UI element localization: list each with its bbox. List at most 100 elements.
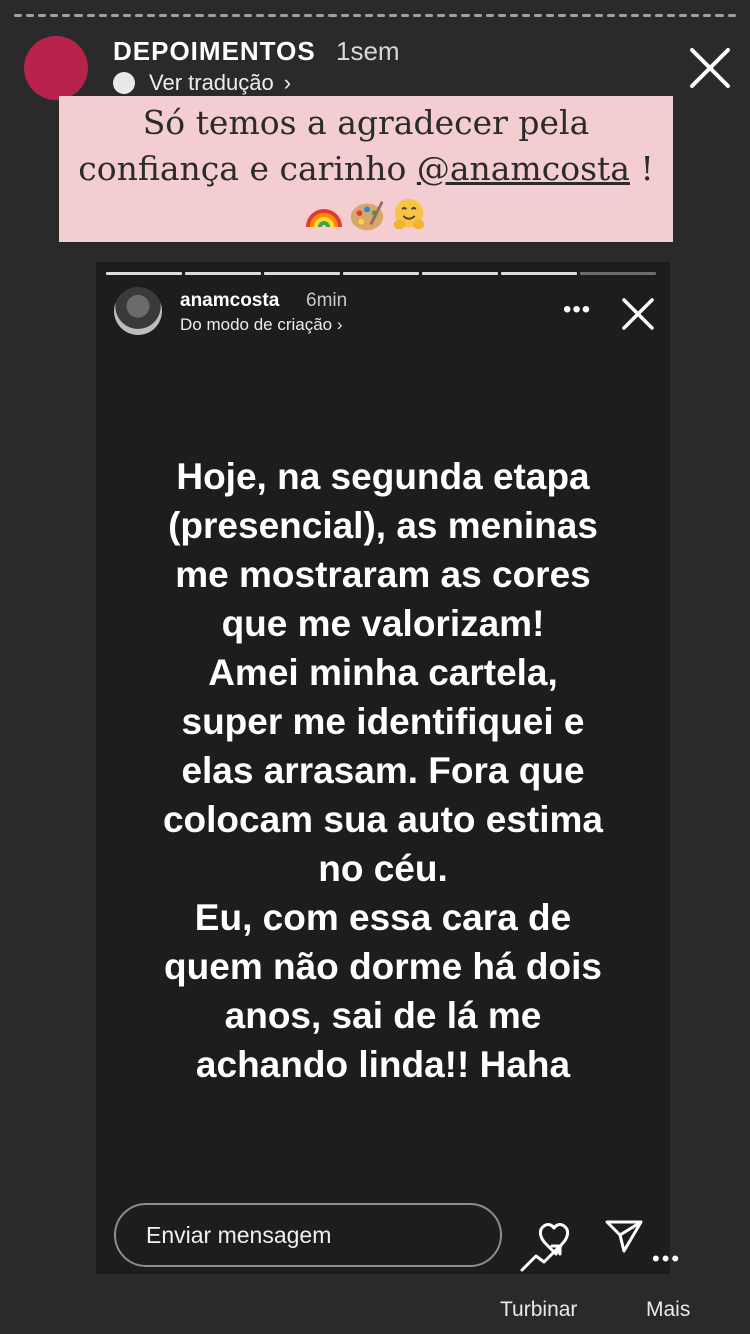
chevron-right-icon: › <box>283 70 292 95</box>
outer-progress-segment <box>183 14 192 17</box>
outer-progress-segment <box>159 14 168 17</box>
mention-link[interactable]: @anamcosta <box>417 149 630 188</box>
outer-progress-segment <box>473 14 482 17</box>
outer-progress-segment <box>618 14 627 17</box>
outer-time: 1sem <box>336 36 400 66</box>
outer-progress-segment <box>86 14 95 17</box>
story-text-line: me mostraram as cores <box>175 554 591 595</box>
outer-progress-segment <box>352 14 361 17</box>
artist-palette-icon <box>350 201 384 231</box>
outer-progress-segment <box>727 14 736 17</box>
emoji-row <box>59 192 673 238</box>
inner-username[interactable]: anamcosta <box>180 290 279 312</box>
caption-text: confiança e carinho <box>78 149 417 188</box>
outer-progress-segment <box>50 14 59 17</box>
inner-close-icon[interactable] <box>620 296 656 332</box>
outer-progress-segment <box>14 14 23 17</box>
inner-progress-bar <box>106 272 656 275</box>
outer-progress-segment <box>134 14 144 17</box>
outer-progress-segment <box>485 14 494 17</box>
inner-progress-segment <box>106 272 182 275</box>
outer-progress-segment <box>255 14 264 17</box>
outer-progress-segment <box>26 14 35 17</box>
caption-line-2: confiança e carinho @anamcosta ! <box>59 146 673 192</box>
outer-progress-segment <box>110 14 119 17</box>
story-text-line: que me valorizam! <box>221 603 545 644</box>
anamcosta-avatar[interactable] <box>114 287 162 335</box>
outer-progress-segment <box>546 14 555 17</box>
translate-label: Ver tradução <box>149 70 274 95</box>
outer-progress-segment <box>98 14 107 17</box>
story-text-line: super me identifiquei e <box>181 701 585 742</box>
story-text-line: achando linda!! Haha <box>195 1044 571 1085</box>
caption-suffix: ! <box>629 149 654 188</box>
story-text-line: no céu. <box>318 848 448 889</box>
outer-progress-segment <box>570 14 579 17</box>
outer-progress-segment <box>449 14 458 17</box>
story-text-line: Hoje, na segunda etapa <box>176 456 590 497</box>
message-placeholder: Enviar mensagem <box>146 1222 332 1248</box>
outer-progress-segment <box>231 14 240 17</box>
outer-progress-segment <box>606 14 615 17</box>
outer-progress-segment <box>667 14 676 17</box>
more-label[interactable]: Mais <box>646 1298 690 1322</box>
story-text-line: anos, sai de lá me <box>224 995 542 1036</box>
outer-progress-segment <box>147 14 156 17</box>
outer-username[interactable]: DEPOIMENTOS <box>113 36 316 67</box>
outer-progress-segment <box>280 14 289 17</box>
depoimentos-avatar[interactable] <box>24 36 88 100</box>
more-options-icon[interactable]: ••• <box>563 296 591 324</box>
outer-progress-segment <box>521 14 531 17</box>
story-text-line: quem não dorme há dois <box>164 946 602 987</box>
outer-progress-segment <box>219 14 228 17</box>
rainbow-emoji-icon <box>306 209 342 228</box>
hugging-face-icon <box>393 198 425 230</box>
creation-mode-link[interactable]: Do modo de criação › <box>180 315 343 335</box>
outer-progress-segment <box>122 14 131 17</box>
outer-progress-segment <box>243 14 252 17</box>
more-icon[interactable]: ••• <box>652 1246 681 1272</box>
outer-progress-segment <box>195 14 204 17</box>
outer-progress-segment <box>437 14 446 17</box>
outer-progress-segment <box>304 14 313 17</box>
story-text-line: Amei minha cartela, <box>208 652 558 693</box>
outer-progress-segment <box>267 14 277 17</box>
close-icon[interactable] <box>688 46 732 90</box>
outer-progress-bar <box>14 14 736 18</box>
outer-progress-segment <box>74 14 83 17</box>
outer-progress-segment <box>401 14 410 17</box>
outer-progress-segment <box>316 14 325 17</box>
send-icon[interactable] <box>604 1218 644 1254</box>
story-text-line: colocam sua auto estima <box>162 799 604 840</box>
outer-progress-segment <box>62 14 71 17</box>
globe-icon <box>113 72 135 94</box>
inner-time: 6min <box>306 290 348 311</box>
story-text-line: Eu, com essa cara de <box>194 897 572 938</box>
inner-progress-segment <box>501 272 577 275</box>
inner-progress-segment <box>264 272 340 275</box>
boost-label[interactable]: Turbinar <box>500 1298 577 1322</box>
outer-progress-segment <box>38 14 47 17</box>
outer-progress-segment <box>654 14 664 17</box>
outer-progress-segment <box>691 14 700 17</box>
inner-progress-segment <box>580 272 656 275</box>
outer-progress-segment <box>679 14 688 17</box>
story-text-line: elas arrasam. Fora que <box>181 750 585 791</box>
outer-progress-segment <box>582 14 591 17</box>
outer-progress-segment <box>340 14 349 17</box>
story-text-line: (presencial), as meninas <box>168 505 598 546</box>
outer-progress-segment <box>413 14 422 17</box>
outer-progress-segment <box>497 14 506 17</box>
inner-progress-segment <box>343 272 419 275</box>
outer-progress-segment <box>509 14 518 17</box>
outer-progress-segment <box>594 14 603 17</box>
outer-progress-segment <box>207 14 216 17</box>
outer-progress-segment <box>534 14 543 17</box>
outer-progress-segment <box>715 14 724 17</box>
outer-progress-segment <box>425 14 434 17</box>
inner-progress-segment <box>422 272 498 275</box>
boost-icon[interactable] <box>518 1216 576 1274</box>
outer-progress-segment <box>171 14 180 17</box>
story-text: Hoje, na segunda etapa (presencial), as m… <box>120 452 646 1089</box>
see-translation-link[interactable]: Ver tradução › <box>113 70 291 96</box>
